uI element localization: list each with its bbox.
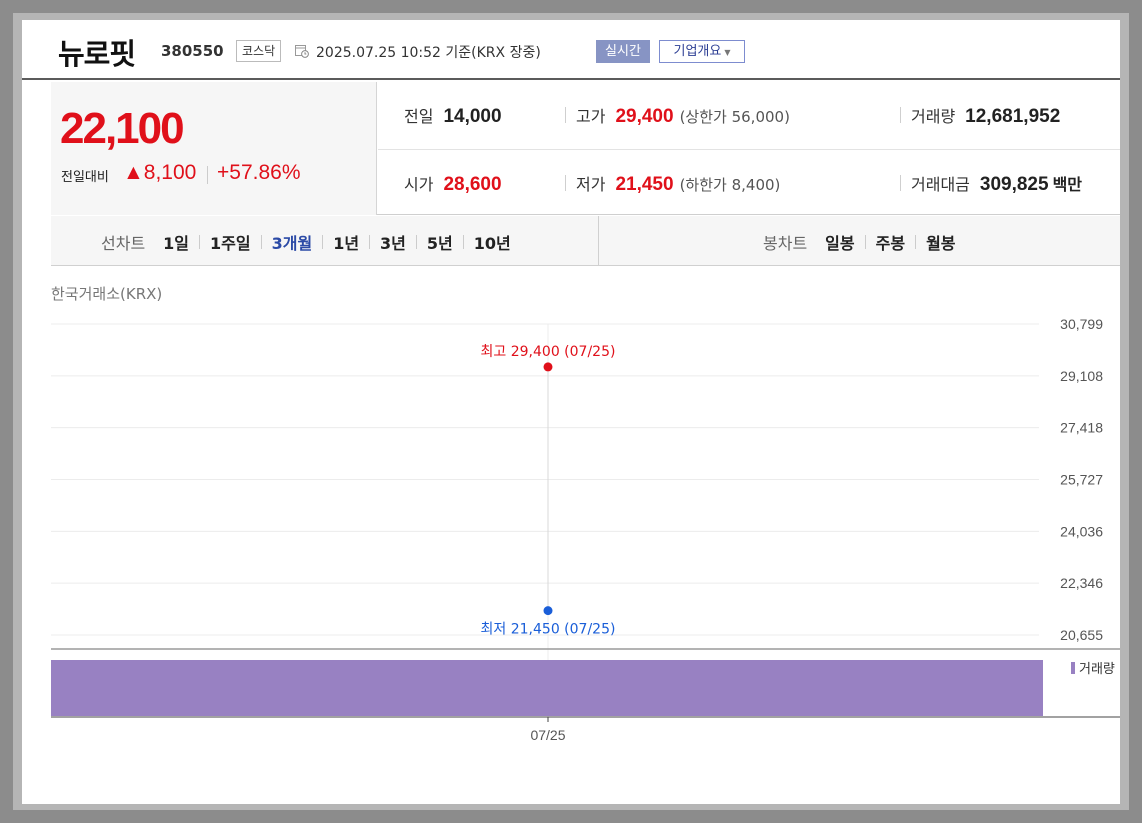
low-point [543, 606, 553, 616]
y-tick-label: 22,346 [1060, 575, 1103, 591]
high-point [543, 362, 553, 372]
stock-page: 뉴로핏 380550 코스닥 2025.07.25 10:52 기준(KRX 장… [22, 20, 1120, 804]
volume-bar [51, 660, 1043, 716]
y-tick-label: 27,418 [1060, 420, 1103, 436]
low-label: 최저 21,450 (07/25) [481, 622, 616, 638]
y-tick-label: 25,727 [1060, 472, 1103, 488]
volume-legend-label: 거래량 [1079, 662, 1115, 677]
x-tick-label: 07/25 [530, 727, 565, 743]
price-chart: 30,799 29,108 27,418 25,727 24,036 22,346 20,6… [51, 316, 1120, 743]
y-tick-label: 29,108 [1060, 368, 1103, 384]
high-label: 최고 29,400 (07/25) [481, 344, 616, 360]
y-tick-label: 24,036 [1060, 523, 1103, 539]
y-tick-label: 30,799 [1060, 316, 1103, 332]
y-tick-label: 20,655 [1060, 627, 1103, 643]
volume-legend-swatch [1071, 662, 1075, 674]
